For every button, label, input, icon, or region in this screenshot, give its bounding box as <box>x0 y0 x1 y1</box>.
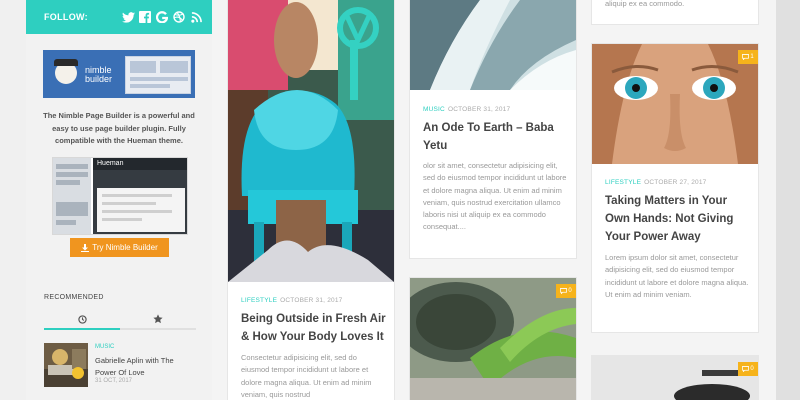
post-image[interactable] <box>228 0 394 282</box>
recommended-date: 31 OCT, 2017 <box>95 378 133 384</box>
post-category[interactable]: LIFESTYLE OCTOBER 31, 2017 <box>241 297 342 304</box>
comment-icon <box>742 366 750 372</box>
post-grid: LIFESTYLE OCTOBER 31, 2017 Being Outside … <box>212 0 776 400</box>
social-links <box>121 11 203 24</box>
try-nimble-builder-button[interactable]: Try Nimble Builder <box>70 238 169 257</box>
post-card: 0 <box>592 356 758 400</box>
follow-bar: FOLLOW: <box>26 0 212 34</box>
nimble-brand: nimble builder <box>85 66 112 84</box>
post-card: aliquip ex ea commodo. <box>592 0 758 24</box>
comment-count-badge[interactable]: 0 <box>738 362 758 376</box>
comment-count-badge[interactable]: 0 <box>556 284 576 298</box>
try-button-label: Try Nimble Builder <box>92 243 158 252</box>
brand-line-2: builder <box>85 74 113 84</box>
promo-description: The Nimble Page Builder is a powerful an… <box>43 111 195 145</box>
post-image[interactable] <box>410 278 576 400</box>
tab-popular[interactable] <box>120 310 196 328</box>
nimble-builder-banner[interactable]: nimble builder <box>43 50 195 98</box>
rss-icon[interactable] <box>190 11 203 24</box>
post-title[interactable]: Taking Matters in Your Own Hands: Not Gi… <box>605 192 753 246</box>
post-excerpt: olor sit amet, consectetur adipisicing e… <box>423 161 567 232</box>
post-category-label[interactable]: LIFESTYLE <box>605 179 641 186</box>
theme-screenshot: Hueman <box>52 157 188 235</box>
comment-count-badge[interactable]: 1 <box>738 50 758 64</box>
post-excerpt: Consectetur adipisicing elit, sed do eiu… <box>241 353 372 399</box>
recommended-tabs <box>44 310 196 330</box>
sidebar: FOLLOW: nimble builder The Nimble Page B… <box>26 0 212 400</box>
facebook-icon[interactable] <box>139 11 152 24</box>
comment-icon <box>742 54 750 60</box>
post-date: OCTOBER 31, 2017 <box>280 297 343 304</box>
post-category-label[interactable]: MUSIC <box>423 106 445 113</box>
google-icon[interactable] <box>156 11 169 24</box>
post-title[interactable]: An Ode To Earth – Baba Yetu <box>423 119 569 155</box>
follow-label: FOLLOW: <box>44 12 88 22</box>
screenshot-brand: Hueman <box>97 160 124 167</box>
post-category[interactable]: MUSIC OCTOBER 31, 2017 <box>423 106 510 113</box>
comment-count: 0 <box>568 288 572 294</box>
post-excerpt: Lorem ipsum dolor sit amet, consectetur … <box>605 253 749 299</box>
star-icon <box>153 314 163 324</box>
post-card: LIFESTYLE OCTOBER 31, 2017 Being Outside … <box>228 0 394 400</box>
post-category-label[interactable]: LIFESTYLE <box>241 297 277 304</box>
post-date: OCTOBER 27, 2017 <box>644 179 707 186</box>
comment-count: 0 <box>750 366 754 372</box>
recommended-item[interactable]: MUSIC Gabrielle Aplin with The Power Of … <box>44 343 202 389</box>
comment-icon <box>560 288 568 294</box>
page-background-left <box>0 0 26 400</box>
post-date: OCTOBER 31, 2017 <box>447 106 511 113</box>
twitter-icon[interactable] <box>121 11 135 24</box>
post-image[interactable] <box>410 0 576 90</box>
recommended-title-link[interactable]: Gabrielle Aplin with The Power Of Love <box>95 355 193 378</box>
post-card: 0 <box>410 278 576 400</box>
post-image[interactable] <box>592 44 758 164</box>
recommended-category[interactable]: MUSIC <box>95 344 114 350</box>
page-background-right <box>776 0 800 400</box>
recommended-title: RECOMMENDED <box>44 294 104 301</box>
post-image[interactable] <box>592 356 758 400</box>
dribbble-icon[interactable] <box>173 11 186 24</box>
post-excerpt: aliquip ex ea commodo. <box>605 0 685 8</box>
post-title[interactable]: Being Outside in Fresh Air & How Your Bo… <box>241 310 387 346</box>
mascot-hat <box>54 59 78 66</box>
post-category[interactable]: LIFESTYLE OCTOBER 27, 2017 <box>605 179 706 186</box>
download-icon <box>81 243 90 252</box>
clock-icon <box>77 314 87 324</box>
tab-recent[interactable] <box>44 310 120 330</box>
comment-count: 1 <box>750 54 754 60</box>
recommended-thumbnail[interactable] <box>44 343 88 387</box>
builder-preview-image <box>125 56 191 94</box>
post-card: 1 LIFESTYLE OCTOBER 27, 2017 Taking Matte… <box>592 44 758 332</box>
post-card: MUSIC OCTOBER 31, 2017 An Ode To Earth – … <box>410 0 576 258</box>
